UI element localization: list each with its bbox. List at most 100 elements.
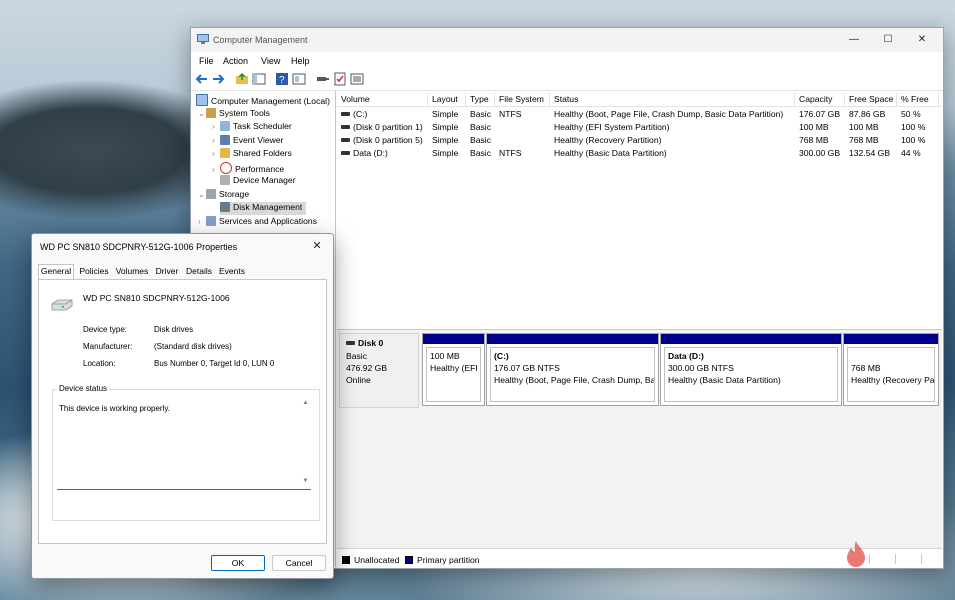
properties-icon[interactable] <box>292 72 306 86</box>
location-value: Bus Number 0, Target Id 0, LUN 0 <box>154 359 275 368</box>
chevron-right-icon[interactable]: › <box>212 149 220 158</box>
volume-icon <box>341 138 350 142</box>
up-folder-icon[interactable] <box>235 72 249 86</box>
status-bar-pane <box>895 554 912 564</box>
tab-volumes[interactable]: Volumes <box>114 265 150 278</box>
performance-icon <box>220 162 232 174</box>
disk-0-label[interactable]: Disk 0 Basic 476.92 GB Online <box>339 333 419 408</box>
column-header-free-space[interactable]: Free Space <box>845 93 897 106</box>
close-button[interactable]: ✕ <box>905 28 939 52</box>
column-header-status[interactable]: Status <box>550 93 795 106</box>
menu-action[interactable]: Action <box>223 56 248 66</box>
unallocated-swatch <box>342 556 350 564</box>
tab-general[interactable]: General <box>38 264 74 279</box>
event-viewer-icon <box>220 135 230 145</box>
flame-watermark-icon <box>847 541 865 567</box>
chevron-down-icon[interactable]: ⌄ <box>198 109 206 118</box>
primary-partition-swatch <box>405 556 413 564</box>
toolbar: ? <box>191 69 943 91</box>
tree-computer-management[interactable]: Computer Management (Local) <box>196 94 330 107</box>
device-manager-icon <box>220 175 230 185</box>
column-header-percent-free[interactable]: % Free <box>897 93 939 106</box>
disk-management-icon <box>220 202 230 212</box>
ok-button[interactable]: OK <box>211 555 265 571</box>
tree-task-scheduler[interactable]: › Task Scheduler <box>212 121 292 134</box>
tab-events[interactable]: Events <box>217 265 247 278</box>
forward-arrow-icon[interactable] <box>211 72 225 86</box>
chevron-down-icon[interactable]: ⌄ <box>198 190 206 199</box>
tree-performance[interactable]: › Performance <box>212 162 284 175</box>
disk-state: Online <box>346 375 371 385</box>
back-arrow-icon[interactable] <box>195 72 209 86</box>
tree-system-tools[interactable]: ⌄ System Tools <box>198 108 270 121</box>
volume-list-header: Volume Layout Type File System Status Ca… <box>337 93 942 107</box>
maximize-button[interactable]: ☐ <box>871 28 905 52</box>
table-row[interactable]: (C:) Simple Basic NTFS Healthy (Boot, Pa… <box>337 108 942 121</box>
legend-primary-partition: Primary partition <box>417 555 480 565</box>
help-icon[interactable]: ? <box>275 72 289 86</box>
partition-d[interactable]: Data (D:) 300.00 GB NTFS Healthy (Basic … <box>660 333 842 406</box>
tree-device-manager[interactable]: Device Manager <box>220 175 296 188</box>
minimize-button[interactable]: — <box>837 28 871 52</box>
device-type-value: Disk drives <box>154 325 194 334</box>
partition-recovery[interactable]: 768 MB Healthy (Recovery Partition) <box>843 333 939 406</box>
menu-file[interactable]: File <box>199 56 214 66</box>
storage-icon <box>206 189 216 199</box>
partition-bar <box>487 334 658 344</box>
disk-name: Disk 0 <box>358 338 384 348</box>
chevron-right-icon[interactable]: › <box>212 165 220 174</box>
disk-drive-icon <box>51 299 73 311</box>
chevron-right-icon[interactable]: › <box>198 217 206 226</box>
column-header-capacity[interactable]: Capacity <box>795 93 845 106</box>
clock-icon <box>220 121 230 131</box>
column-header-type[interactable]: Type <box>466 93 495 106</box>
tab-details[interactable]: Details <box>184 265 214 278</box>
tab-policies[interactable]: Policies <box>77 265 111 278</box>
device-status-textbox[interactable]: This device is working properly. ▲ ▼ <box>57 398 311 490</box>
volume-icon <box>341 151 350 155</box>
tree-disk-management[interactable]: Disk Management <box>220 202 307 215</box>
location-label: Location: <box>83 359 116 368</box>
partition-efi[interactable]: 100 MB Healthy (EFI System Partition) <box>422 333 485 406</box>
tree-storage[interactable]: ⌄ Storage <box>198 189 249 202</box>
menu-view[interactable]: View <box>261 56 280 66</box>
export-list-icon[interactable] <box>350 72 364 86</box>
computer-icon <box>196 94 208 106</box>
tab-driver[interactable]: Driver <box>153 265 181 278</box>
tools-icon <box>206 108 216 118</box>
table-row[interactable]: Data (D:) Simple Basic NTFS Healthy (Bas… <box>337 147 942 160</box>
cancel-button[interactable]: Cancel <box>272 555 326 571</box>
disk-size: 476.92 GB <box>346 363 388 373</box>
shared-folder-icon <box>220 148 230 158</box>
column-header-volume[interactable]: Volume <box>337 93 428 106</box>
volume-icon <box>341 112 350 116</box>
tree-event-viewer[interactable]: › Event Viewer <box>212 135 283 148</box>
scroll-up-icon[interactable]: ▲ <box>302 400 309 406</box>
volume-icon <box>341 125 350 129</box>
services-icon <box>206 216 216 226</box>
table-row[interactable]: (Disk 0 partition 1) Simple Basic Health… <box>337 121 942 134</box>
device-status-group: Device status This device is working pro… <box>52 384 320 521</box>
tree-services-and-applications[interactable]: › Services and Applications <box>198 216 317 229</box>
show-hide-tree-icon[interactable] <box>252 72 266 86</box>
general-tab-panel: WD PC SN810 SDCPNRY-512G-1006 Device typ… <box>38 279 327 544</box>
partition-bar <box>661 334 841 344</box>
svg-text:?: ? <box>279 75 285 86</box>
window-title: Computer Management <box>213 35 308 45</box>
disk-graphical-view: Disk 0 Basic 476.92 GB Online 100 MB Hea… <box>337 329 942 549</box>
menu-help[interactable]: Help <box>291 56 310 66</box>
dialog-title: WD PC SN810 SDCPNRY-512G-1006 Properties <box>40 242 238 252</box>
computer-management-icon <box>197 34 209 44</box>
chevron-right-icon[interactable]: › <box>212 122 220 131</box>
connect-icon[interactable] <box>316 72 330 86</box>
checklist-icon[interactable] <box>333 72 347 86</box>
column-header-layout[interactable]: Layout <box>428 93 466 106</box>
tree-shared-folders[interactable]: › Shared Folders <box>212 148 292 161</box>
chevron-right-icon[interactable]: › <box>212 136 220 145</box>
partition-c[interactable]: (C:) 176.07 GB NTFS Healthy (Boot, Page … <box>486 333 659 406</box>
table-row[interactable]: (Disk 0 partition 5) Simple Basic Health… <box>337 134 942 147</box>
scroll-down-icon[interactable]: ▼ <box>302 478 309 484</box>
dialog-close-button[interactable]: ✕ <box>307 237 327 255</box>
title-bar[interactable]: Computer Management — ☐ ✕ <box>191 28 943 52</box>
column-header-file-system[interactable]: File System <box>495 93 550 106</box>
